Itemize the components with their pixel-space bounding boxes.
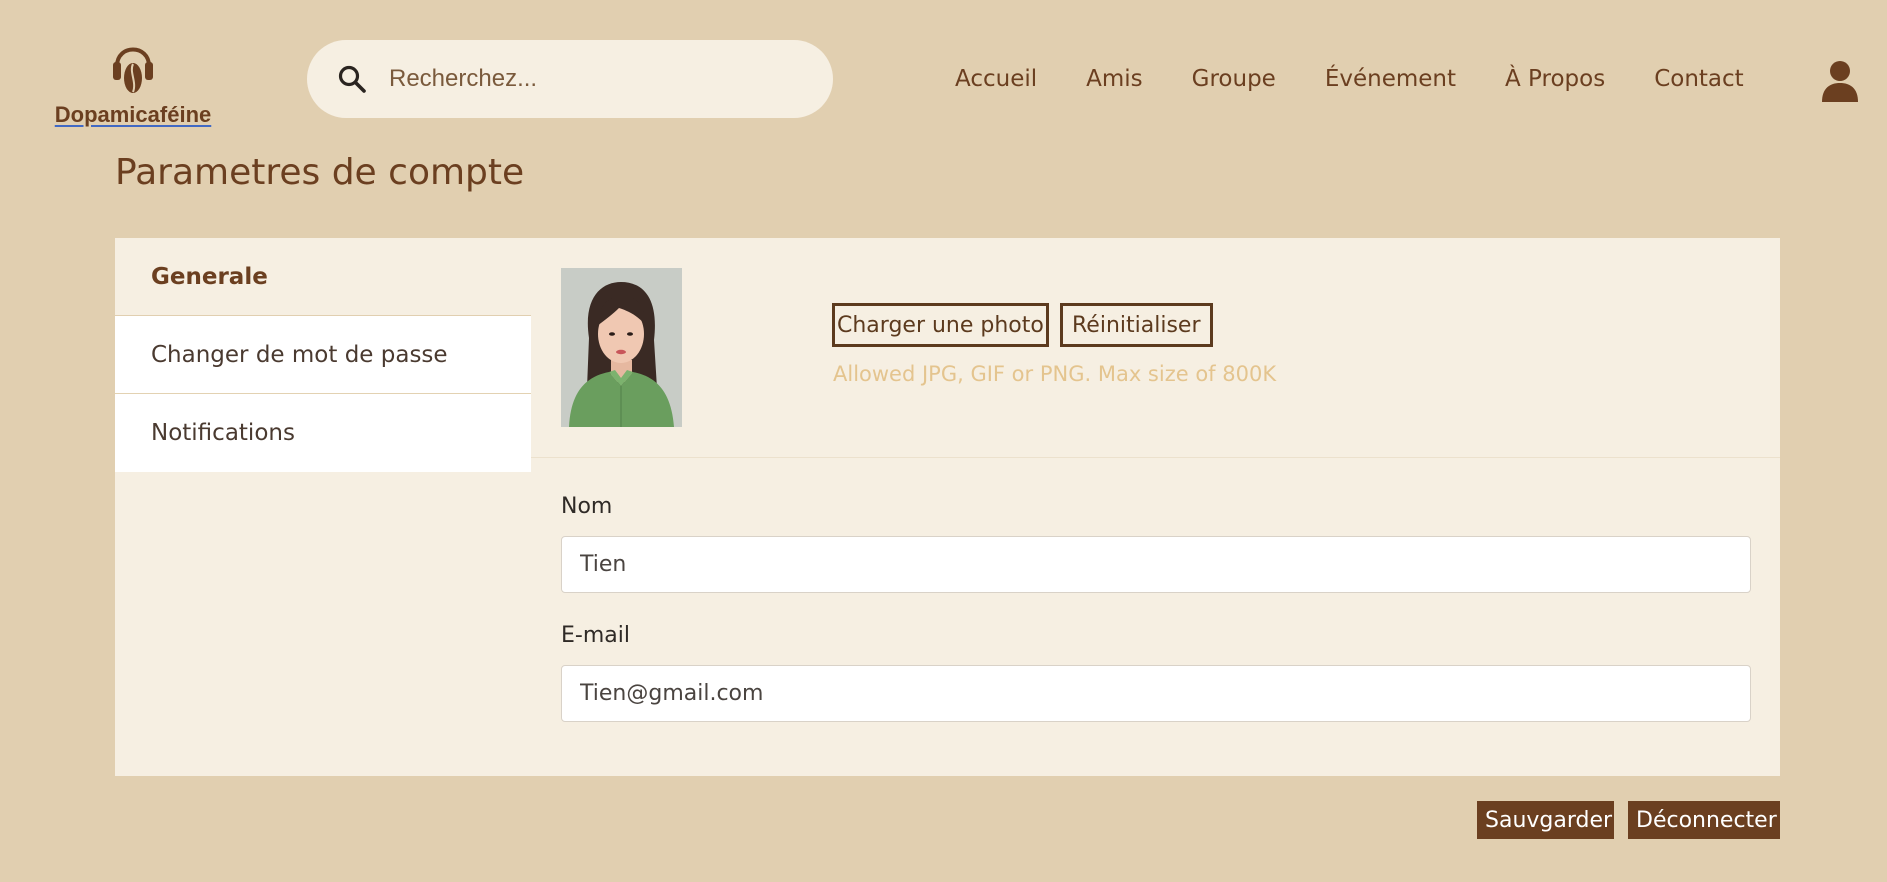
email-label: E-mail (561, 623, 630, 648)
search-bar[interactable] (307, 40, 833, 118)
main-nav: Accueil Amis Groupe Événement À Propos C… (955, 66, 1744, 92)
nav-item-contact[interactable]: Contact (1654, 66, 1743, 92)
upload-photo-button[interactable]: Charger une photo (832, 303, 1049, 347)
settings-sidebar: Generale Changer de mot de passe Notific… (115, 238, 531, 776)
nav-item-evenement[interactable]: Événement (1325, 66, 1456, 92)
search-icon[interactable] (331, 58, 373, 100)
brand-name[interactable]: Dopamicaféine (55, 102, 212, 128)
header: Dopamicaféine Accueil Amis Groupe Événem… (0, 0, 1887, 150)
logout-button[interactable]: Déconnecter (1628, 801, 1780, 839)
profile-photo (561, 268, 682, 427)
nav-item-amis[interactable]: Amis (1086, 66, 1143, 92)
name-field[interactable] (561, 536, 1751, 593)
reset-photo-button[interactable]: Réinitialiser (1060, 303, 1213, 347)
brand-logo[interactable]: Dopamicaféine (55, 34, 211, 128)
email-field[interactable] (561, 665, 1751, 722)
photo-hint: Allowed JPG, GIF or PNG. Max size of 800… (833, 362, 1277, 386)
sidebar-item-notifications[interactable]: Notifications (115, 394, 531, 472)
save-button[interactable]: Sauvgarder (1477, 801, 1614, 839)
user-icon[interactable] (1822, 60, 1858, 102)
photo-section: Charger une photo Réinitialiser Allowed … (531, 238, 1780, 458)
sidebar-item-generale[interactable]: Generale (115, 238, 531, 316)
headphones-coffee-bean-icon (113, 34, 153, 96)
nav-item-groupe[interactable]: Groupe (1192, 66, 1276, 92)
name-label: Nom (561, 494, 613, 519)
search-input[interactable] (389, 65, 789, 93)
settings-main: Charger une photo Réinitialiser Allowed … (531, 238, 1780, 776)
settings-card: Generale Changer de mot de passe Notific… (115, 238, 1780, 776)
nav-item-accueil[interactable]: Accueil (955, 66, 1037, 92)
sidebar-item-changer-mot-de-passe[interactable]: Changer de mot de passe (115, 316, 531, 394)
nav-item-a-propos[interactable]: À Propos (1505, 66, 1605, 92)
page-title: Parametres de compte (115, 152, 525, 193)
